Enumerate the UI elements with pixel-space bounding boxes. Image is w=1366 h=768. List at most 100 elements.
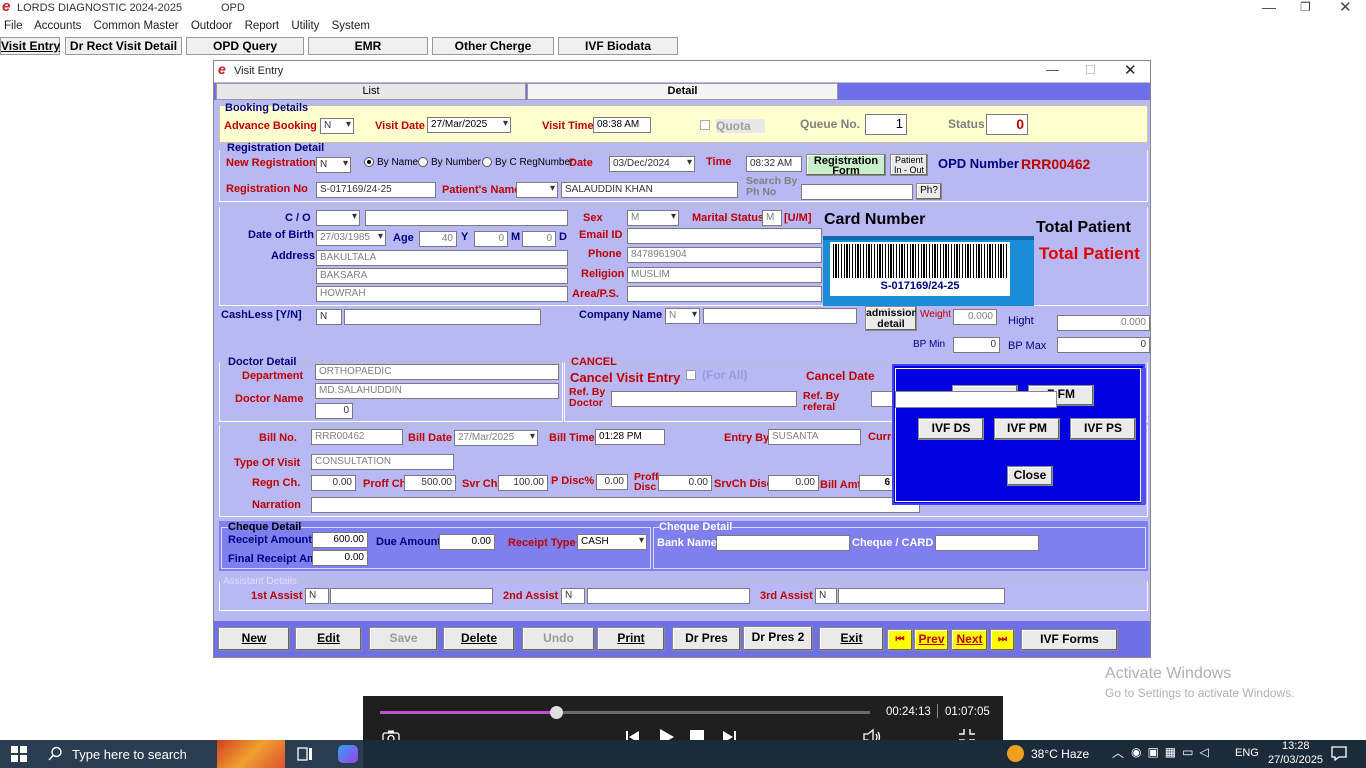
phone-field[interactable]: 8478961904 [627,247,822,263]
admission-detail-button[interactable]: admission detail [865,306,917,331]
hight-field[interactable]: 0.000 [1057,315,1150,331]
p-disc-field[interactable]: 0.00 [596,474,628,490]
first-record-icon[interactable]: ⏮ [887,629,913,651]
ph-search-button[interactable]: Ph? [916,183,942,200]
next-button[interactable]: Next [951,629,988,651]
prev-button[interactable]: Prev [914,629,949,651]
taskbar-app-icon[interactable] [338,745,358,763]
toolbar-ivf-biodata[interactable]: IVF Biodata [558,37,678,55]
dob-field[interactable]: 27/03/1985 [316,230,386,246]
receipt-type-select[interactable]: CASH [577,534,647,550]
taskbar-app-thumbnail[interactable] [217,740,285,768]
ivf-ds-button[interactable]: IVF DS [918,418,984,440]
notification-icon[interactable] [1331,746,1347,761]
address-line-3[interactable]: HOWRAH [316,286,568,302]
menu-accounts[interactable]: Accounts [34,20,81,32]
weather-icon[interactable] [1007,745,1024,762]
app-minimize-icon[interactable]: — [1262,0,1276,15]
menu-system[interactable]: System [332,20,370,32]
cashless-detail-field[interactable] [344,309,541,325]
tray-icons[interactable]: ◉▣▦▭◁ [1131,745,1215,759]
radio-by-number[interactable]: By Number [418,157,481,168]
assist-3-field[interactable] [838,588,1005,604]
address-line-2[interactable]: BAKSARA [316,268,568,284]
bank-name-field[interactable] [716,535,850,551]
due-amount-field[interactable]: 0.00 [439,534,495,550]
cheque-card-field[interactable] [935,535,1039,551]
assist-1-field[interactable] [330,588,493,604]
receipt-amount-field[interactable]: 600.00 [312,532,368,548]
patient-name-field[interactable]: SALAUDDIN KHAN [561,182,738,198]
entry-by-field[interactable]: SUSANTA [768,429,861,445]
bp-min-field[interactable]: 0 [953,337,1000,353]
toolbar-dr-rect-visit[interactable]: Dr Rect Visit Detail [65,37,182,55]
srvch-disc-field[interactable]: 0.00 [768,475,819,491]
taskbar-search-icon[interactable] [48,746,63,761]
advance-booking-select[interactable]: N [320,118,354,134]
print-button[interactable]: Print [597,627,665,651]
taskbar-search-input[interactable]: Type here to search [72,747,187,762]
undo-button[interactable]: Undo [522,627,595,651]
patient-in-out-button[interactable]: Patient In - Out [890,154,928,176]
visit-date-field[interactable]: 27/Mar/2025 [427,117,511,133]
menu-file[interactable]: File [4,20,23,32]
ivf-scrollbar[interactable] [1141,368,1146,504]
save-button[interactable]: Save [369,627,438,651]
weather-text[interactable]: 38°C Haze [1031,747,1089,761]
app-close-icon[interactable]: ✕ [1339,0,1352,16]
dr-pres-2-button[interactable]: Dr Pres 2 [743,626,813,651]
co-field[interactable] [365,210,568,226]
ivf-pm-button[interactable]: IVF PM [994,418,1060,440]
toolbar-visit-entry[interactable]: Visit Entry [0,37,60,55]
assist-2-code[interactable]: N [561,588,585,604]
email-field[interactable] [627,228,822,244]
app-restore-icon[interactable]: ❐ [1300,0,1311,14]
ivf-forms-button[interactable]: IVF Forms [1021,629,1118,651]
clock-time[interactable]: 13:28 [1282,740,1310,752]
task-view-icon[interactable] [297,746,313,762]
toolbar-opd-query[interactable]: OPD Query [186,37,304,55]
menu-common-master[interactable]: Common Master [94,20,179,32]
new-registration-select[interactable]: N [316,157,351,173]
tab-detail[interactable]: Detail [527,83,838,100]
tray-chevron-up-icon[interactable]: ︿ [1112,744,1124,761]
cashless-field[interactable]: N [316,309,342,325]
clock-date[interactable]: 27/03/2025 [1268,754,1323,766]
exit-button[interactable]: Exit [819,627,884,651]
ivf-ps-button[interactable]: IVF PS [1070,418,1136,440]
religion-field[interactable]: MUSLIM [627,267,822,283]
registration-form-button[interactable]: Registration Form [806,154,886,176]
doctor-name-field[interactable]: MD.SALAHUDDIN [315,383,559,399]
address-line-1[interactable]: BAKULTALA [316,250,568,266]
assist-3-code[interactable]: N [815,588,837,604]
tab-list[interactable]: List [216,83,526,100]
toolbar-emr[interactable]: EMR [308,37,428,55]
narration-field[interactable] [311,497,920,513]
dr-pres-button[interactable]: Dr Pres [672,627,741,651]
for-all-checkbox[interactable] [686,370,696,380]
reg-time-field[interactable]: 08:32 AM [746,156,802,172]
bill-no-field[interactable]: RRR00462 [311,429,403,445]
doctor-extra-field[interactable]: 0 [315,403,353,419]
co-select[interactable] [316,210,360,226]
regn-ch-field[interactable]: 0.00 [311,475,356,491]
menu-outdoor[interactable]: Outdoor [191,20,233,32]
visit-time-field[interactable]: 08:38 AM [593,117,651,133]
company-name-field[interactable] [703,308,857,324]
type-of-visit-field[interactable]: CONSULTATION [311,454,454,470]
search-by-ph-field[interactable] [801,184,913,200]
quota-checkbox[interactable] [700,120,710,130]
svr-ch-field[interactable]: 100.00 [498,475,548,491]
patient-name-prefix-select[interactable] [516,182,558,198]
reg-date-field[interactable]: 03/Dec/2024 [609,156,695,172]
department-field[interactable]: ORTHOPAEDIC [315,364,559,380]
bp-max-field[interactable]: 0 [1057,337,1150,353]
radio-by-c-regnumber[interactable]: By C RegNumber [482,157,573,168]
edit-button[interactable]: Edit [295,627,362,651]
ivf-close-button[interactable]: Close [1007,466,1053,486]
radio-by-name[interactable]: By Name [364,157,418,168]
menu-utility[interactable]: Utility [291,20,319,32]
company-select[interactable]: N [665,308,700,324]
age-months-field[interactable]: 0 [474,231,508,247]
ref-by-doctor-field[interactable] [611,391,797,407]
